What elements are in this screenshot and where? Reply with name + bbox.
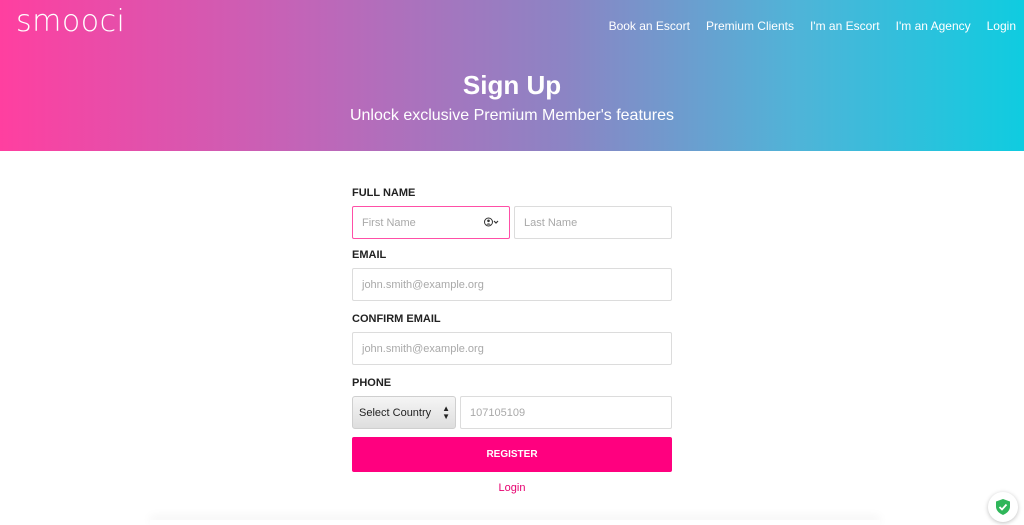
nav-im-an-agency[interactable]: I'm an Agency bbox=[896, 19, 971, 33]
first-name-placeholder: First Name bbox=[362, 216, 416, 229]
last-name-input[interactable]: Last Name bbox=[514, 206, 672, 239]
phone-label: PHONE bbox=[352, 377, 392, 389]
country-select[interactable]: Select Country ▲ ▼ bbox=[352, 396, 456, 429]
logo[interactable]: smooci bbox=[16, 4, 125, 39]
country-select-value: Select Country bbox=[359, 406, 432, 419]
email-input[interactable]: john.smith@example.org bbox=[352, 268, 672, 301]
phone-input[interactable]: 107105109 bbox=[460, 396, 672, 429]
page-subtitle: Unlock exclusive Premium Member's featur… bbox=[349, 107, 675, 124]
select-arrows-icon: ▲ ▼ bbox=[442, 404, 450, 421]
first-name-input[interactable]: First Name bbox=[352, 206, 510, 239]
nav-im-an-escort[interactable]: I'm an Escort bbox=[810, 19, 880, 33]
signup-form: FULL NAME First Name Last Name EMAIL joh… bbox=[352, 187, 672, 494]
register-button[interactable]: REGISTER bbox=[352, 437, 672, 472]
footer-shadow bbox=[150, 520, 880, 525]
top-nav: Book an Escort Premium Clients I'm an Es… bbox=[609, 19, 1016, 33]
shield-check-icon[interactable] bbox=[988, 492, 1018, 522]
nav-login[interactable]: Login bbox=[987, 19, 1016, 33]
nav-book-an-escort[interactable]: Book an Escort bbox=[609, 19, 690, 33]
last-name-placeholder: Last Name bbox=[524, 216, 578, 229]
nav-premium-clients[interactable]: Premium Clients bbox=[706, 19, 794, 33]
login-link[interactable]: Login bbox=[352, 482, 672, 494]
hero-banner: smooci Book an Escort Premium Clients I'… bbox=[0, 0, 1024, 151]
email-label: EMAIL bbox=[352, 249, 387, 261]
full-name-label: FULL NAME bbox=[352, 187, 416, 199]
confirm-email-label: CONFIRM EMAIL bbox=[352, 313, 441, 325]
phone-placeholder: 107105109 bbox=[470, 406, 526, 419]
confirm-email-placeholder: john.smith@example.org bbox=[362, 342, 484, 355]
email-placeholder: john.smith@example.org bbox=[362, 278, 484, 291]
person-contact-icon[interactable] bbox=[484, 217, 500, 230]
confirm-email-input[interactable]: john.smith@example.org bbox=[352, 332, 672, 365]
page-title: Sign Up bbox=[462, 70, 562, 100]
